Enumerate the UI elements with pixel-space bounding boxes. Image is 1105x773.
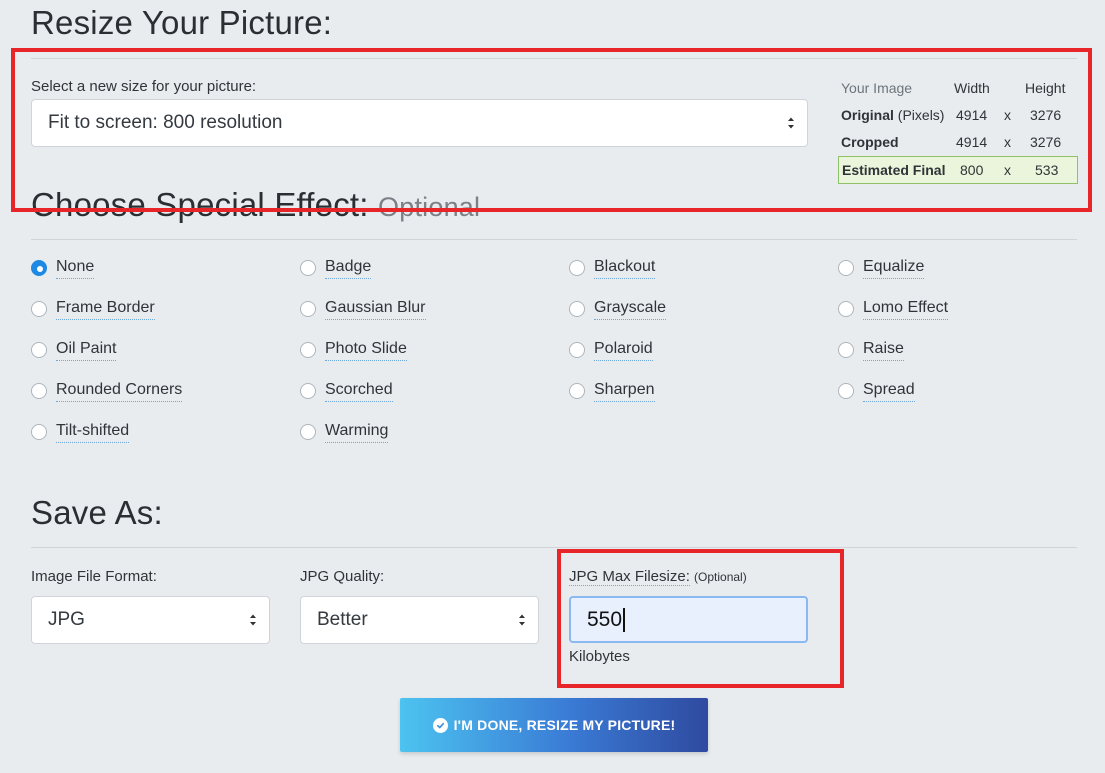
effect-option-label: Warming bbox=[325, 422, 389, 443]
format-select-value: JPG bbox=[48, 609, 85, 630]
effect-option-raise[interactable]: Raise bbox=[838, 338, 904, 362]
resize-highlight-box bbox=[11, 48, 1092, 212]
radio-button[interactable] bbox=[569, 383, 585, 399]
effect-option-label: Gaussian Blur bbox=[325, 299, 426, 320]
effect-option-label: Polaroid bbox=[594, 340, 653, 361]
effect-option-photo-slide[interactable]: Photo Slide bbox=[300, 338, 407, 362]
maxsize-highlight-box bbox=[557, 549, 844, 688]
radio-button[interactable] bbox=[31, 342, 47, 358]
effect-option-label: Lomo Effect bbox=[863, 299, 949, 320]
quality-select[interactable]: Better bbox=[300, 596, 539, 644]
effect-option-oil-paint[interactable]: Oil Paint bbox=[31, 338, 117, 362]
format-label: Image File Format: bbox=[31, 568, 157, 585]
effect-option-equalize[interactable]: Equalize bbox=[838, 256, 925, 280]
effect-option-none[interactable]: None bbox=[31, 256, 95, 280]
effect-option-label: Scorched bbox=[325, 381, 393, 402]
radio-button[interactable] bbox=[838, 383, 854, 399]
effect-option-spread[interactable]: Spread bbox=[838, 379, 915, 403]
effect-option-tilt-shifted[interactable]: Tilt-shifted bbox=[31, 420, 130, 444]
effect-option-scorched[interactable]: Scorched bbox=[300, 379, 393, 403]
effect-option-badge[interactable]: Badge bbox=[300, 256, 372, 280]
effect-option-polaroid[interactable]: Polaroid bbox=[569, 338, 653, 362]
check-circle-icon bbox=[432, 717, 448, 733]
effect-option-label: Sharpen bbox=[594, 381, 655, 402]
radio-button[interactable] bbox=[838, 342, 854, 358]
effect-option-label: Frame Border bbox=[56, 299, 155, 320]
select-caret-icon bbox=[519, 614, 525, 626]
resize-title: Resize Your Picture: bbox=[31, 4, 333, 41]
effect-option-rounded-corners[interactable]: Rounded Corners bbox=[31, 379, 183, 403]
effect-option-label: Tilt-shifted bbox=[56, 422, 130, 443]
radio-button[interactable] bbox=[300, 424, 316, 440]
effect-option-label: Grayscale bbox=[594, 299, 667, 320]
effect-option-warming[interactable]: Warming bbox=[300, 420, 389, 444]
radio-button[interactable] bbox=[31, 383, 47, 399]
radio-button[interactable] bbox=[31, 260, 47, 276]
effect-option-blackout[interactable]: Blackout bbox=[569, 256, 656, 280]
radio-button[interactable] bbox=[300, 301, 316, 317]
effect-option-gaussian-blur[interactable]: Gaussian Blur bbox=[300, 297, 426, 321]
radio-button[interactable] bbox=[569, 260, 585, 276]
effect-option-label: Photo Slide bbox=[325, 340, 407, 361]
save-divider bbox=[31, 547, 1077, 548]
radio-button[interactable] bbox=[569, 301, 585, 317]
select-caret-icon bbox=[250, 614, 256, 626]
effect-option-sharpen[interactable]: Sharpen bbox=[569, 379, 655, 403]
effect-option-label: Oil Paint bbox=[56, 340, 117, 361]
effect-option-label: None bbox=[56, 258, 95, 279]
resize-submit-button[interactable]: I'M DONE, RESIZE MY PICTURE! bbox=[400, 698, 708, 752]
radio-button[interactable] bbox=[300, 342, 316, 358]
radio-button[interactable] bbox=[300, 260, 316, 276]
effect-option-lomo-effect[interactable]: Lomo Effect bbox=[838, 297, 949, 321]
effects-divider bbox=[31, 239, 1077, 240]
effect-option-label: Spread bbox=[863, 381, 915, 402]
radio-button[interactable] bbox=[31, 424, 47, 440]
effect-option-label: Equalize bbox=[863, 258, 925, 279]
submit-label: I'M DONE, RESIZE MY PICTURE! bbox=[453, 717, 676, 733]
quality-label: JPG Quality: bbox=[300, 568, 385, 585]
effect-option-label: Raise bbox=[863, 340, 904, 361]
effect-option-frame-border[interactable]: Frame Border bbox=[31, 297, 155, 321]
radio-button[interactable] bbox=[838, 301, 854, 317]
radio-button[interactable] bbox=[569, 342, 585, 358]
save-title: Save As: bbox=[31, 494, 163, 531]
effect-option-grayscale[interactable]: Grayscale bbox=[569, 297, 667, 321]
effect-option-label: Badge bbox=[325, 258, 372, 279]
effect-option-label: Blackout bbox=[594, 258, 656, 279]
radio-button[interactable] bbox=[31, 301, 47, 317]
effect-option-label: Rounded Corners bbox=[56, 381, 183, 402]
format-select[interactable]: JPG bbox=[31, 596, 270, 644]
radio-button[interactable] bbox=[300, 383, 316, 399]
quality-select-value: Better bbox=[317, 609, 368, 630]
radio-button[interactable] bbox=[838, 260, 854, 276]
